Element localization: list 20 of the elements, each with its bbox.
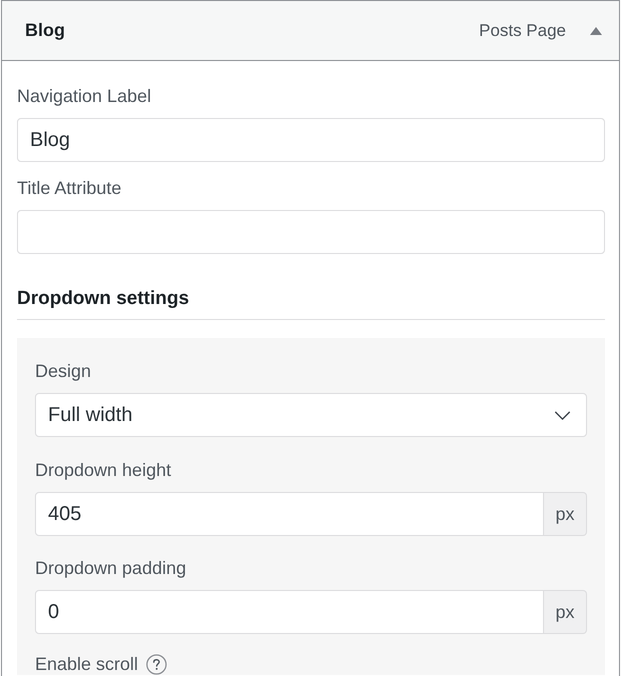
select-field[interactable]: Full width [35,393,587,437]
help-icon[interactable] [146,654,168,675]
collapse-triangle-icon[interactable] [590,26,602,34]
text-field[interactable] [17,210,605,254]
field-label: Enable scroll [35,654,138,675]
field-label: Design [35,360,92,383]
number-field[interactable]: 405 [35,492,544,536]
section-heading: Dropdown settings [17,287,190,311]
panel-header[interactable]: Blog Posts Page [2,1,619,61]
item-type-label: Posts Page [479,20,566,40]
text-field[interactable]: Blog [17,118,605,162]
panel-title: Blog [25,20,65,41]
number-field[interactable]: 0 [35,590,544,634]
field-label: Dropdown padding [35,557,186,580]
chevron-down-icon [554,410,571,420]
unit-addon: px [544,590,587,634]
unit-addon: px [544,492,587,536]
field-label: Navigation Label [17,85,152,108]
field-label: Dropdown height [35,459,172,482]
field-label: Title Attribute [17,177,122,200]
